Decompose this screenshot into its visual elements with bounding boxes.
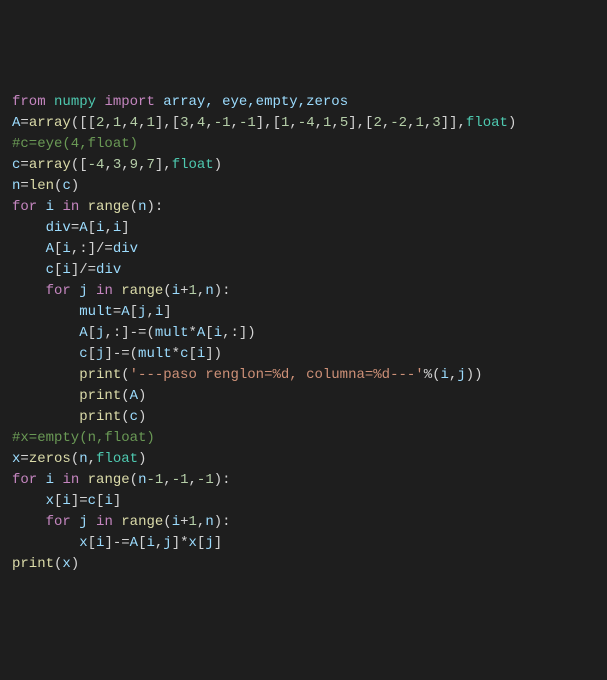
code-line-16: print(c) [12,407,595,428]
code-line-14: print('---paso renglon=%d, columna=%d---… [12,365,595,386]
code-line-10: for j in range(i+1,n): [12,281,595,302]
keyword-from: from [12,94,46,110]
module-numpy: numpy [54,94,96,110]
code-line-7: div=A[i,i] [12,218,595,239]
code-line-18: x=zeros(n,float) [12,449,595,470]
code-line-5: n=len(c) [12,176,595,197]
code-line-21: for j in range(i+1,n): [12,512,595,533]
code-line-12: A[j,:]-=(mult*A[i,:]) [12,323,595,344]
code-line-9: c[i]/=div [12,260,595,281]
code-line-6: for i in range(n): [12,197,595,218]
code-line-4: c=array([-4,3,9,7],float) [12,155,595,176]
code-line-11: mult=A[j,i] [12,302,595,323]
code-line-3-comment: #c=eye(4,float) [12,134,595,155]
keyword-import: import [104,94,154,110]
code-line-15: print(A) [12,386,595,407]
code-line-19: for i in range(n-1,-1,-1): [12,470,595,491]
code-line-22: x[i]-=A[i,j]*x[j] [12,533,595,554]
code-line-2: A=array([[2,1,4,1],[3,4,-1,-1],[1,-4,1,5… [12,113,595,134]
code-editor[interactable]: from numpy import array, eye,empty,zeros… [12,92,595,575]
code-line-13: c[j]-=(mult*c[i]) [12,344,595,365]
code-line-8: A[i,:]/=div [12,239,595,260]
import-names: array, eye,empty,zeros [155,94,348,110]
code-line-1: from numpy import array, eye,empty,zeros [12,92,595,113]
code-line-17-comment: #x=empty(n,float) [12,428,595,449]
code-line-20: x[i]=c[i] [12,491,595,512]
